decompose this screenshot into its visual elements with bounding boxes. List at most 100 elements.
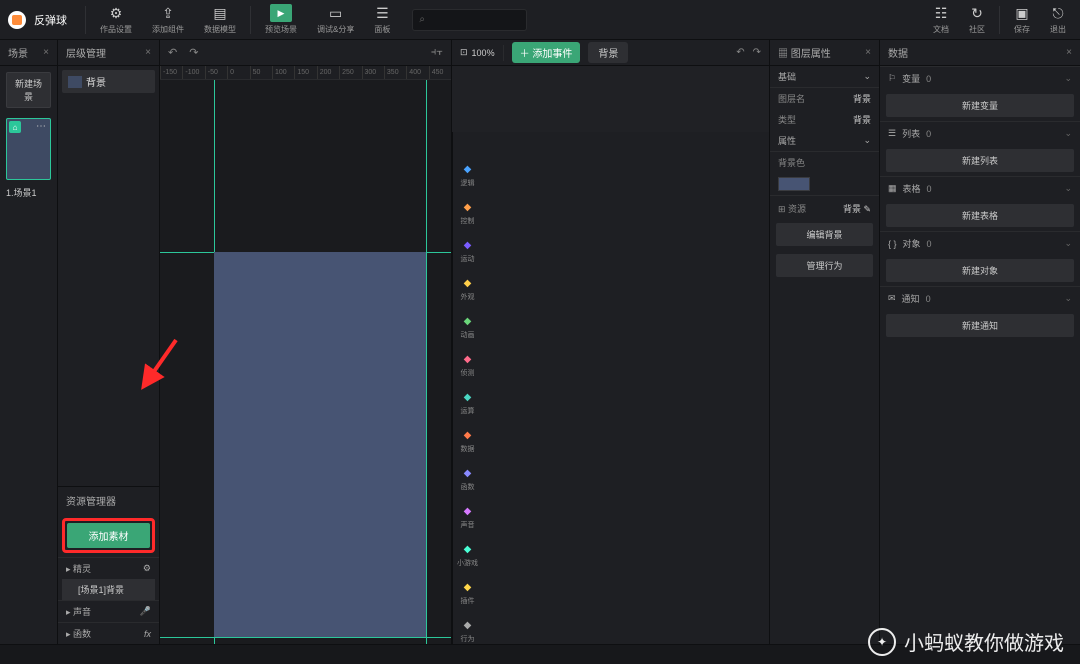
props-title: 图层属性 xyxy=(791,49,831,60)
scene-panel: 场景× 新建场景 ⌂ ⋯ 1.场景1 xyxy=(0,40,58,644)
section-table[interactable]: ▦表格0⌄ xyxy=(880,176,1080,200)
top-bar: 反弹球 ⚙作品设置 ⇪添加组件 ▤数据模型 ▶预览场景 ▭调试&分享 ☰面板 ⌕… xyxy=(0,0,1080,40)
artboard[interactable] xyxy=(214,252,426,637)
scene-thumbnail[interactable]: ⌂ ⋯ xyxy=(6,118,51,180)
section-basic[interactable]: 基础⌄ xyxy=(770,66,879,88)
search-icon: ⌕ xyxy=(419,14,425,25)
docs-icon: ☷ xyxy=(935,5,948,22)
highlight-annotation: 添加素材 xyxy=(62,518,155,553)
new-object-button[interactable]: 新建对象 xyxy=(886,259,1074,282)
asset-item[interactable]: [场景1]背景 xyxy=(62,579,155,600)
category-2[interactable]: ◆运动 xyxy=(461,238,475,264)
preview-button[interactable]: ▶预览场景 xyxy=(259,2,303,37)
category-7[interactable]: ◆数据 xyxy=(461,428,475,454)
watermark: ✦ 小蚂蚁教你做游戏 xyxy=(868,627,1064,656)
category-1[interactable]: ◆控制 xyxy=(461,200,475,226)
blocks-canvas[interactable] xyxy=(452,66,769,132)
category-0[interactable]: ◆逻辑 xyxy=(461,162,475,188)
new-table-button[interactable]: 新建表格 xyxy=(886,204,1074,227)
redo-button[interactable]: ↷ xyxy=(189,46,198,59)
panels-button[interactable]: ☰面板 xyxy=(368,3,396,37)
main-area: 场景× 新建场景 ⌂ ⋯ 1.场景1 层级管理× 背景 资源管理器 添加素材 ▸… xyxy=(0,40,1080,644)
mic-icon[interactable]: 🎤 xyxy=(140,606,151,617)
close-icon[interactable]: × xyxy=(145,47,151,58)
bg-chip[interactable]: 背景 xyxy=(588,42,628,63)
search-input[interactable]: ⌕ xyxy=(412,9,527,31)
chevron-down-icon: ⌄ xyxy=(863,135,871,146)
category-8[interactable]: ◆函数 xyxy=(461,466,475,492)
category-11[interactable]: ◆插件 xyxy=(461,580,475,606)
ruler-horizontal: -150-100-50050100150200250300350400450 xyxy=(160,66,451,80)
save-button[interactable]: ▣保存 xyxy=(1008,3,1036,37)
layer-panel: 层级管理× 背景 资源管理器 添加素材 ▸ 精灵⚙ [场景1]背景 ▸ 声音🎤 … xyxy=(58,40,160,644)
category-6[interactable]: ◆运算 xyxy=(461,390,475,416)
scene-panel-title: 场景 xyxy=(8,45,28,60)
save-icon: ▣ xyxy=(1015,5,1028,22)
edit-bg-button[interactable]: 编辑背景 xyxy=(776,223,873,246)
align-button[interactable]: ⫞⫟ xyxy=(431,46,443,59)
wechat-icon: ✦ xyxy=(868,628,896,656)
manage-behavior-button[interactable]: 管理行为 xyxy=(776,254,873,277)
play-icon: ▶ xyxy=(270,4,292,22)
category-12[interactable]: ◆行为 xyxy=(461,618,475,644)
exit-button[interactable]: ⎋退出 xyxy=(1044,3,1072,37)
close-icon[interactable]: × xyxy=(1066,47,1072,58)
category-9[interactable]: ◆声音 xyxy=(461,504,475,530)
close-icon[interactable]: × xyxy=(865,47,871,58)
new-notify-button[interactable]: 新建通知 xyxy=(886,314,1074,337)
app-logo xyxy=(8,11,26,29)
new-list-button[interactable]: 新建列表 xyxy=(886,149,1074,172)
add-asset-button[interactable]: 添加素材 xyxy=(67,523,150,548)
settings-icon[interactable]: ⚙ xyxy=(143,563,151,574)
asset-category-sound[interactable]: ▸ 声音🎤 xyxy=(58,600,159,622)
asset-panel: 资源管理器 添加素材 ▸ 精灵⚙ [场景1]背景 ▸ 声音🎤 ▸ 函数fx xyxy=(58,486,159,644)
chevron-down-icon: ⌄ xyxy=(1064,73,1072,84)
fx-icon[interactable]: fx xyxy=(144,629,151,639)
asset-category-sprite[interactable]: ▸ 精灵⚙ xyxy=(58,557,159,579)
category-10[interactable]: ◆小游戏 xyxy=(457,542,478,568)
undo-button[interactable]: ↶ xyxy=(168,46,177,59)
zoom-indicator[interactable]: ⊡ 100% xyxy=(460,47,495,58)
project-title: 反弹球 xyxy=(34,12,67,28)
section-notify[interactable]: ✉通知0⌄ xyxy=(880,286,1080,310)
canvas-panel: ↶ ↷ ⫞⫟ -150-100-500501001502002503003504… xyxy=(160,40,452,644)
add-plugin-button[interactable]: ⇪添加组件 xyxy=(146,3,190,37)
new-variable-button[interactable]: 新建变量 xyxy=(886,94,1074,117)
list-icon: ☰ xyxy=(888,128,896,139)
block-categories: ◆逻辑 ◆控制 ◆运动 ◆外观 ◆动画 ◆侦测 ◆运算 ◆数据 ◆函数 ◆声音 ◆小游戏 ◆插件 ◆行为 xyxy=(452,132,482,644)
data-panel: 数据 × ⚐变量0⌄ 新建变量 ☰列表0⌄ 新建列表 ▦表格0⌄ 新建表格 { }… xyxy=(880,40,1080,644)
more-icon[interactable]: ⋯ xyxy=(36,121,46,132)
list-icon: ☰ xyxy=(376,5,389,22)
chevron-down-icon: ⌄ xyxy=(1064,238,1072,249)
asset-category-func[interactable]: ▸ 函数fx xyxy=(58,622,159,644)
refresh-icon: ↻ xyxy=(971,5,983,22)
plugin-icon: ⇪ xyxy=(162,5,174,22)
section-variable[interactable]: ⚐变量0⌄ xyxy=(880,66,1080,90)
layer-item-bg[interactable]: 背景 xyxy=(62,70,155,93)
canvas-area[interactable] xyxy=(160,80,451,644)
community-button[interactable]: ↻社区 xyxy=(963,3,991,37)
chevron-down-icon: ⌄ xyxy=(1064,183,1072,194)
category-4[interactable]: ◆动画 xyxy=(461,314,475,340)
docs-button[interactable]: ☷文档 xyxy=(927,3,955,37)
layer-thumb-icon xyxy=(68,76,82,88)
category-5[interactable]: ◆侦测 xyxy=(461,352,475,378)
debug-button[interactable]: ▭调试&分享 xyxy=(311,3,360,37)
data-model-button[interactable]: ▤数据模型 xyxy=(198,3,242,37)
section-object[interactable]: { }对象0⌄ xyxy=(880,231,1080,255)
mobile-icon: ▭ xyxy=(329,5,342,22)
close-icon[interactable]: × xyxy=(43,47,49,58)
data-title: 数据 xyxy=(888,45,908,60)
properties-panel: ▦ 图层属性× 基础⌄ 图层名背景 类型背景 属性⌄ 背景色 ⊞ 资源背景 ✎ … xyxy=(770,40,880,644)
database-icon: ▤ xyxy=(213,5,226,22)
add-event-button[interactable]: ＋ 添加事件 xyxy=(512,42,581,63)
settings-button[interactable]: ⚙作品设置 xyxy=(94,3,138,37)
home-icon: ⌂ xyxy=(9,121,21,133)
bgcolor-swatch[interactable] xyxy=(778,177,810,191)
redo-button[interactable]: ↷ xyxy=(753,47,761,58)
new-scene-button[interactable]: 新建场景 xyxy=(6,72,51,108)
section-list[interactable]: ☰列表0⌄ xyxy=(880,121,1080,145)
undo-button[interactable]: ↶ xyxy=(736,47,744,58)
category-3[interactable]: ◆外观 xyxy=(461,276,475,302)
section-attr[interactable]: 属性⌄ xyxy=(770,130,879,152)
